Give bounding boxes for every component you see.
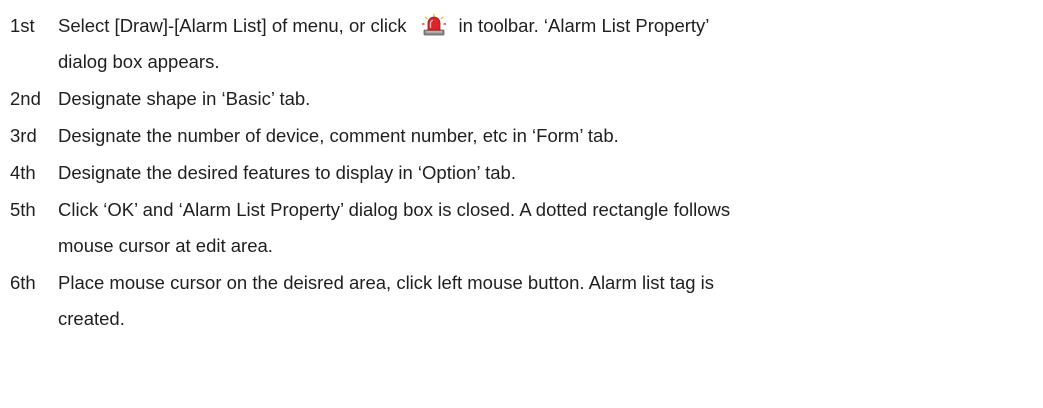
instruction-steps: 1st Select [Draw]-[Alarm List] of menu, …	[10, 0, 1035, 337]
step-text: Place mouse cursor on the deisred area, …	[58, 265, 1035, 337]
step-number: 1st	[10, 15, 35, 36]
step-text: Click ‘OK’ and ‘Alarm List Property’ dia…	[58, 192, 1035, 264]
step-line-1: Place mouse cursor on the deisred area, …	[58, 272, 715, 293]
step-5: 5th Click ‘OK’ and ‘Alarm List Property’…	[10, 192, 1035, 264]
step-text: Select [Draw]-[Alarm List] of menu, or c…	[58, 8, 1035, 80]
step-text: Designate the desired features to displa…	[58, 162, 516, 183]
step-number: 3rd	[10, 125, 37, 146]
step-1: 1st Select [Draw]-[Alarm List] of menu, …	[10, 8, 1035, 80]
step-number: 6th	[10, 272, 36, 293]
step-3: 3rd Designate the number of device, comm…	[10, 118, 1035, 154]
step-line-2: mouse cursor at edit area.	[58, 235, 273, 256]
step-line-1: Select [Draw]-[Alarm List] of menu, or c…	[58, 8, 1035, 44]
step-text-post: in toolbar. ‘Alarm List Property’	[458, 15, 710, 36]
step-number: 2nd	[10, 88, 41, 109]
step-text: Designate the number of device, comment …	[58, 125, 619, 146]
step-line-1: Click ‘OK’ and ‘Alarm List Property’ dia…	[58, 199, 731, 220]
step-number: 4th	[10, 162, 36, 183]
step-line-2: created.	[58, 308, 125, 329]
step-2: 2nd Designate shape in ‘Basic’ tab.	[10, 81, 1035, 117]
step-6: 6th Place mouse cursor on the deisred ar…	[10, 265, 1035, 337]
step-line-2: dialog box appears.	[58, 51, 220, 72]
alarm-list-toolbar-icon	[421, 13, 447, 37]
step-text-pre: Select [Draw]-[Alarm List] of menu, or c…	[58, 15, 407, 36]
step-4: 4th Designate the desired features to di…	[10, 155, 1035, 191]
step-number: 5th	[10, 199, 36, 220]
step-text: Designate shape in ‘Basic’ tab.	[58, 88, 311, 109]
